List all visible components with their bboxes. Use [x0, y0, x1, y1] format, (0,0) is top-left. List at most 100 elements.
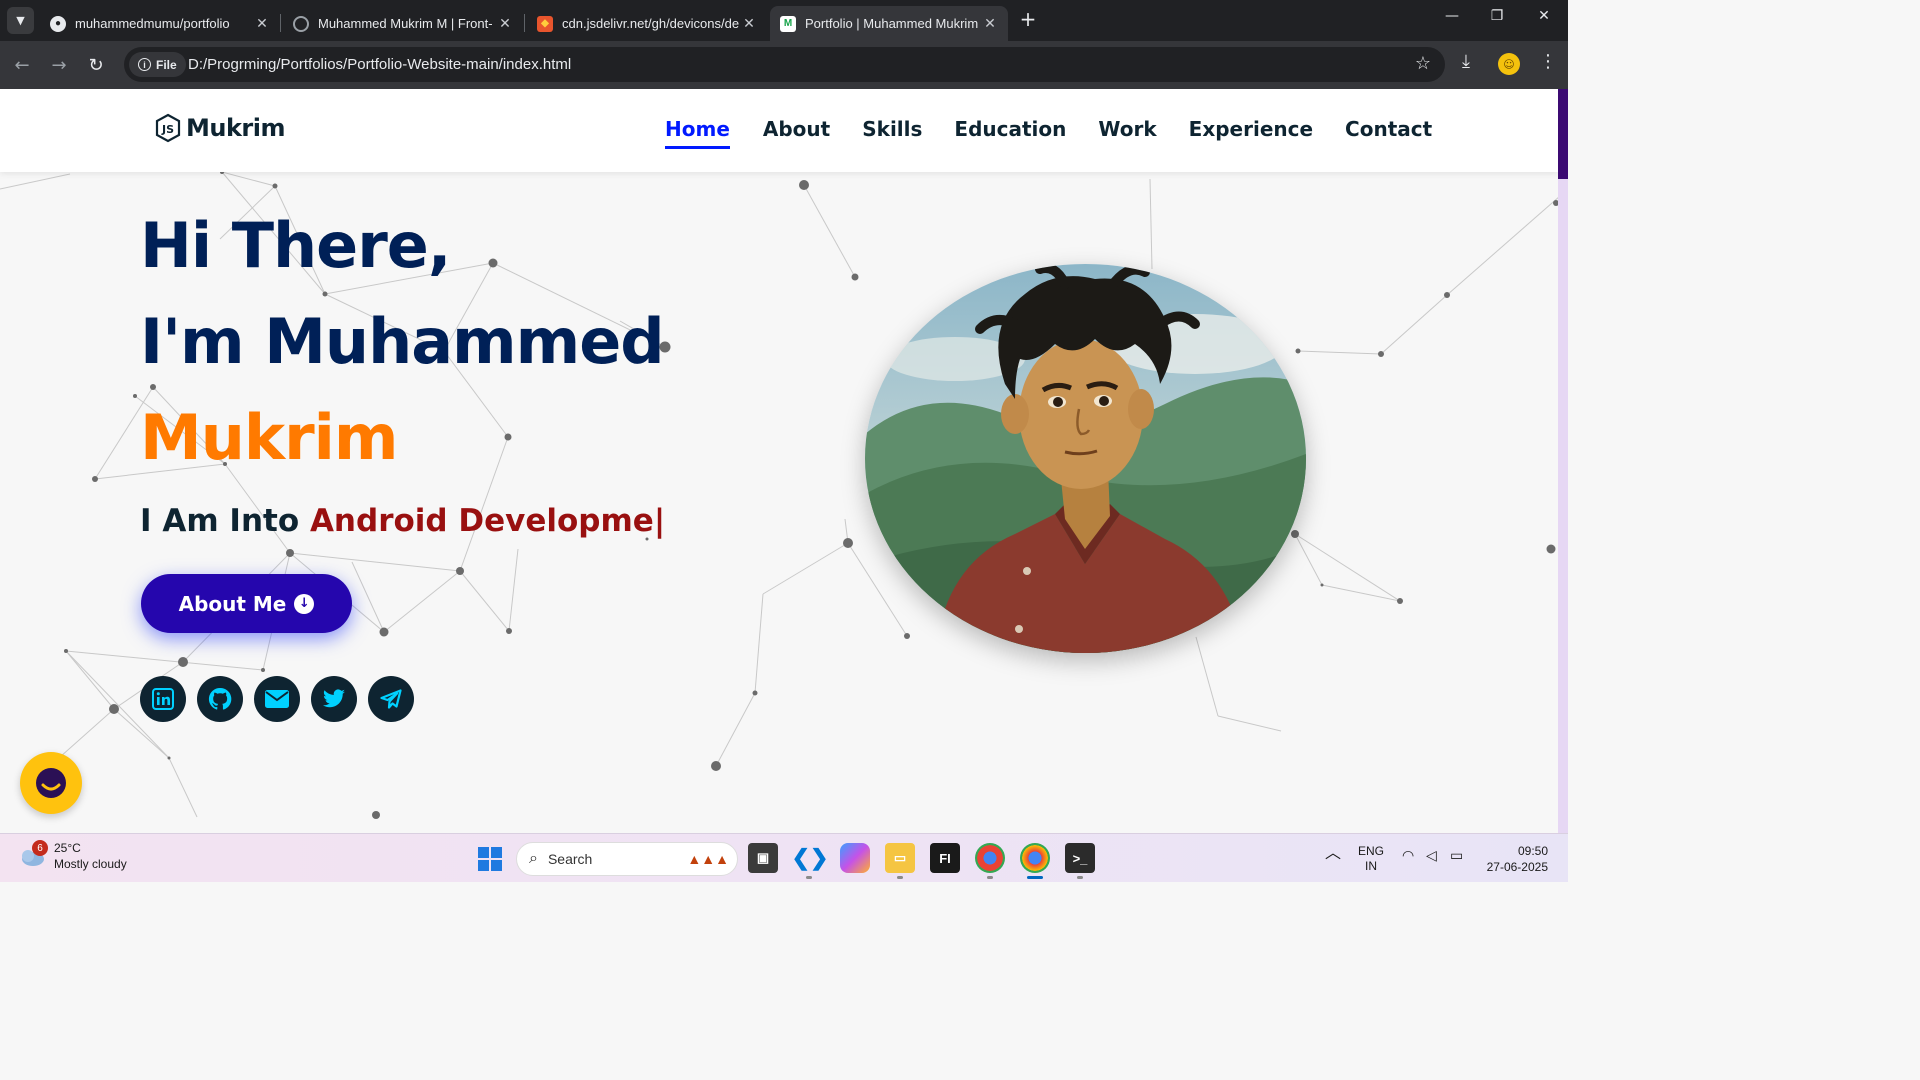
tab-search-button[interactable]: ▼	[7, 7, 34, 34]
tab-separator	[280, 14, 281, 32]
hero-intro: I'm Muhammed	[140, 305, 665, 378]
search-highlight-icon: ▲▲▲	[687, 851, 729, 867]
scrollbar-thumb[interactable]	[1558, 89, 1568, 179]
task-view-icon[interactable]: ▣	[748, 843, 778, 873]
github-link[interactable]	[197, 676, 243, 722]
chrome-profile-icon[interactable]	[1020, 843, 1050, 873]
clock-time: 09:50	[1517, 844, 1548, 858]
chrome-icon[interactable]	[975, 843, 1005, 873]
vscode-icon[interactable]: ❮❯	[792, 843, 829, 873]
minimize-button[interactable]: —	[1437, 8, 1467, 24]
svg-text:JS: JS	[161, 123, 174, 136]
tab-title: Muhammed Mukrim M | Front-	[318, 16, 493, 31]
site-header: JS Mukrim Home About Skills Education Wo…	[0, 89, 1558, 172]
close-icon[interactable]: ✕	[982, 15, 998, 32]
scheme-label: File	[156, 57, 177, 72]
url-text[interactable]: D:/Progrming/Portfolios/Portfolio-Websit…	[188, 56, 571, 73]
copilot-icon[interactable]	[840, 843, 870, 873]
tab-frontend-site[interactable]: Muhammed Mukrim M | Front- ✕	[283, 6, 523, 41]
scrollbar-track[interactable]	[1558, 89, 1568, 833]
globe-icon	[293, 15, 309, 32]
nav-work[interactable]: Work	[1098, 117, 1156, 149]
close-icon[interactable]: ✕	[741, 15, 757, 32]
battery-icon[interactable]: ▭	[1450, 848, 1463, 863]
restore-button[interactable]: ❐	[1482, 8, 1512, 24]
close-icon[interactable]: ✕	[497, 15, 513, 32]
js-hexagon-logo-icon: JS	[155, 113, 181, 143]
search-placeholder: Search	[547, 851, 593, 867]
browser-tab-strip: ▼ ● muhammedmumu/portfolio ✕ Muhammed Mu…	[0, 0, 1568, 41]
portfolio-favicon-icon: M	[780, 15, 796, 32]
hero-greeting: Hi There,	[140, 209, 451, 282]
language-code: ENG	[1358, 844, 1385, 858]
arrow-down-circle-icon: ↓	[294, 593, 315, 614]
info-icon: i	[138, 58, 151, 71]
tab-title: Portfolio | Muhammed Mukrim	[805, 16, 979, 31]
linkedin-link[interactable]	[140, 676, 186, 722]
tab-title: muhammedmumu/portfolio	[75, 16, 230, 31]
language-indicator[interactable]: ENG IN	[1358, 844, 1384, 874]
main-nav: Home About Skills Education Work Experie…	[665, 117, 1432, 149]
nav-contact[interactable]: Contact	[1345, 117, 1432, 149]
menu-icon[interactable]: ⋮	[1539, 51, 1557, 72]
running-indicator	[897, 876, 903, 879]
chat-icon	[36, 768, 66, 798]
download-icon[interactable]: ⤓	[1462, 51, 1470, 72]
close-icon[interactable]: ✕	[254, 15, 270, 32]
file-explorer-icon[interactable]: ▭	[885, 843, 915, 873]
chat-widget-button[interactable]	[20, 752, 82, 814]
active-app-indicator	[1027, 876, 1043, 879]
hero-name: Mukrim	[140, 401, 398, 474]
new-tab-button[interactable]: +	[1017, 7, 1039, 31]
nav-home[interactable]: Home	[665, 117, 730, 149]
windows-start-button[interactable]	[478, 847, 502, 875]
chevron-up-icon[interactable]: ︿	[1325, 846, 1341, 862]
tab-portfolio[interactable]: M Portfolio | Muhammed Mukrim ✕	[770, 6, 1008, 41]
windows-taskbar: 6 25°C Mostly cloudy ⌕ Search ▲▲▲ ▣ ❮❯ ▭…	[0, 833, 1568, 882]
site-logo[interactable]: JS Mukrim	[154, 113, 286, 143]
site-info-chip[interactable]: i File	[129, 52, 186, 77]
bookmark-star-icon[interactable]: ☆	[1415, 53, 1431, 74]
running-indicator	[806, 876, 812, 879]
terminal-icon[interactable]: >_	[1065, 843, 1095, 873]
back-button[interactable]: ←	[10, 53, 34, 77]
notification-badge: 6	[32, 840, 48, 856]
nav-about[interactable]: About	[763, 117, 830, 149]
region-code: IN	[1365, 859, 1377, 873]
twitter-link[interactable]	[311, 676, 357, 722]
profile-portrait	[865, 264, 1306, 653]
forward-button[interactable]: →	[47, 53, 71, 77]
portrait-illustration	[865, 264, 1306, 653]
system-clock[interactable]: 09:50 27-06-2025	[1484, 843, 1548, 875]
about-me-label: About Me	[178, 591, 287, 616]
volume-icon[interactable]: ◁	[1426, 848, 1437, 863]
address-bar[interactable]: i File D:/Progrming/Portfolios/Portfolio…	[124, 47, 1445, 82]
tab-jsdelivr[interactable]: ◆ cdn.jsdelivr.net/gh/devicons/de ✕	[527, 6, 767, 41]
profile-avatar[interactable]: ☺	[1498, 53, 1520, 75]
email-icon	[265, 690, 289, 708]
figma-app-icon[interactable]: FI	[930, 843, 960, 873]
weather-widget[interactable]: 6 25°C Mostly cloudy	[18, 840, 127, 872]
tab-github-repo[interactable]: ● muhammedmumu/portfolio ✕	[40, 6, 280, 41]
telegram-link[interactable]	[368, 676, 414, 722]
running-indicator	[1077, 876, 1083, 879]
clock-date: 27-06-2025	[1486, 860, 1548, 874]
github-icon: ●	[50, 15, 66, 32]
email-link[interactable]	[254, 676, 300, 722]
nav-skills[interactable]: Skills	[862, 117, 922, 149]
close-window-button[interactable]: ✕	[1529, 8, 1559, 24]
tab-separator	[524, 14, 525, 32]
reload-button[interactable]: ↻	[84, 53, 108, 77]
about-me-button[interactable]: About Me ↓	[141, 574, 352, 633]
wifi-icon[interactable]: ◠	[1402, 848, 1414, 863]
github-icon	[208, 687, 232, 710]
twitter-icon	[323, 689, 345, 708]
nav-experience[interactable]: Experience	[1189, 117, 1313, 149]
typing-prefix: I Am Into	[140, 503, 300, 539]
search-icon: ⌕	[529, 850, 538, 867]
logo-text: Mukrim	[186, 114, 286, 142]
weather-condition: Mostly cloudy	[54, 857, 127, 871]
nav-education[interactable]: Education	[954, 117, 1066, 149]
taskbar-search[interactable]: ⌕ Search ▲▲▲	[516, 842, 738, 876]
weather-temperature: 25°C	[54, 841, 81, 855]
